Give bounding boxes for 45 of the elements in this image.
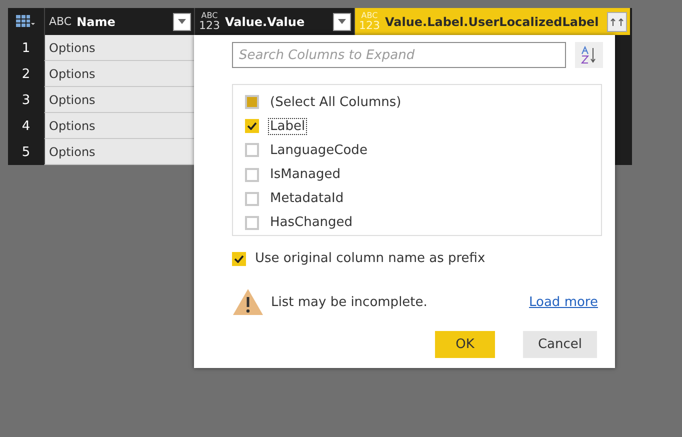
- type-icon: ABC123: [359, 12, 380, 31]
- list-item[interactable]: (Select All Columns): [245, 90, 601, 114]
- ok-button[interactable]: OK: [435, 331, 495, 358]
- table-cell: Options: [44, 35, 194, 61]
- caret-icon: [338, 19, 346, 24]
- type-icon: ABC123: [199, 12, 220, 31]
- filter-button[interactable]: [173, 12, 191, 30]
- table-cell: Options: [44, 139, 194, 165]
- row-number: 3: [20, 92, 32, 110]
- table-cell: Options: [44, 113, 194, 139]
- cancel-button[interactable]: Cancel: [523, 331, 597, 358]
- list-item[interactable]: MetadataId: [245, 186, 601, 211]
- table-menu-icon[interactable]: [16, 15, 36, 28]
- list-item[interactable]: IsManaged: [245, 162, 601, 187]
- checkbox-label: Use original column name as prefix: [255, 251, 486, 266]
- row-number: 4: [20, 118, 32, 136]
- check-icon: [247, 122, 257, 130]
- checkbox[interactable]: [245, 95, 259, 110]
- expand-button[interactable]: [607, 12, 627, 32]
- list-item[interactable]: LanguageCode: [245, 138, 601, 163]
- table-cell: Options: [44, 61, 194, 87]
- checkbox[interactable]: [245, 143, 259, 158]
- load-more-link[interactable]: Load more: [529, 294, 598, 310]
- checkbox[interactable]: [245, 192, 259, 206]
- filter-button[interactable]: [333, 12, 351, 30]
- checkbox[interactable]: [245, 216, 259, 230]
- row-number: 2: [20, 66, 32, 84]
- list-item[interactable]: HasChanged: [245, 210, 601, 236]
- checkbox[interactable]: [232, 252, 246, 266]
- sort-icon: [580, 46, 598, 64]
- expand-icon: [610, 16, 624, 26]
- check-icon: [234, 254, 244, 262]
- column-header[interactable]: ABC Name: [44, 8, 194, 35]
- warning-text: List may be incomplete.: [271, 294, 428, 310]
- sort-button[interactable]: [575, 42, 603, 68]
- row-number: 1: [20, 40, 32, 58]
- checkbox[interactable]: [245, 168, 259, 182]
- row-number: 5: [20, 144, 32, 162]
- warning-icon: [232, 288, 264, 316]
- checkbox[interactable]: [245, 119, 259, 134]
- caret-icon: [178, 19, 186, 24]
- table-cell: Options: [44, 87, 194, 113]
- search-field[interactable]: Search Columns to Expand: [232, 42, 566, 68]
- list-item[interactable]: Label: [245, 114, 601, 138]
- type-icon: ABC: [49, 18, 72, 26]
